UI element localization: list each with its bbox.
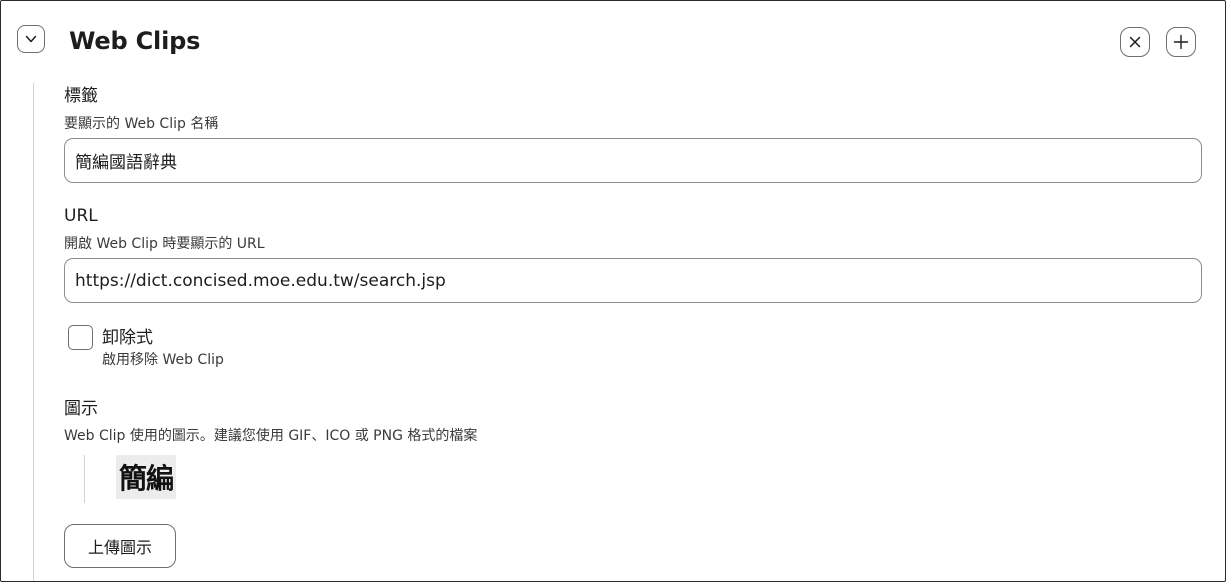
- chevron-down-icon: [25, 35, 37, 43]
- removable-help: 啟用移除 Web Clip: [102, 352, 224, 368]
- add-button[interactable]: [1166, 27, 1196, 57]
- label-input[interactable]: [64, 138, 1202, 183]
- label-field-help: 要顯示的 Web Clip 名稱: [64, 116, 219, 132]
- remove-button[interactable]: [1120, 27, 1150, 57]
- icon-field-label: 圖示: [64, 399, 98, 419]
- url-input[interactable]: [64, 258, 1202, 303]
- removable-label: 卸除式: [102, 328, 153, 348]
- upload-icon-button[interactable]: 上傳圖示: [64, 524, 176, 568]
- removable-checkbox[interactable]: [68, 325, 93, 350]
- collapse-button[interactable]: [17, 25, 45, 53]
- url-field-help: 開啟 Web Clip 時要顯示的 URL: [64, 236, 265, 252]
- icon-preview-divider: [84, 455, 85, 503]
- web-clip-icon-preview: 簡編: [116, 455, 176, 499]
- page-title: Web Clips: [69, 27, 201, 55]
- panel-header: Web Clips: [1, 1, 1225, 81]
- url-field-label: URL: [64, 206, 98, 226]
- label-field-label: 標籤: [64, 86, 98, 106]
- icon-field-help: Web Clip 使用的圖示。建議您使用 GIF、ICO 或 PNG 格式的檔案: [64, 428, 478, 444]
- plus-icon: [1173, 34, 1189, 50]
- close-icon: [1129, 36, 1141, 48]
- web-clips-panel: Web Clips 標籤 要顯示的 Web Clip 名稱 URL 開啟 Web…: [0, 0, 1226, 582]
- form-content: 標籤 要顯示的 Web Clip 名稱 URL 開啟 Web Clip 時要顯示…: [33, 83, 1225, 581]
